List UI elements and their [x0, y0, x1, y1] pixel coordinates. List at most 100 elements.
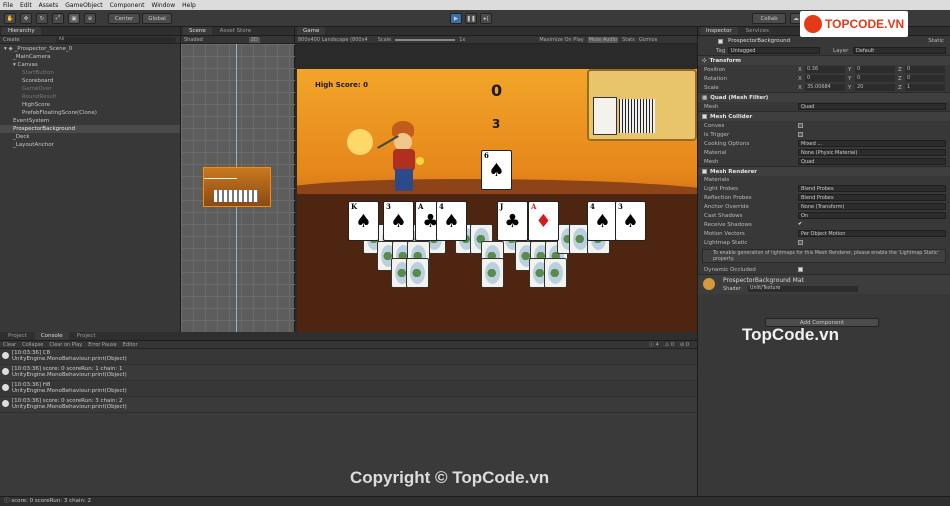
transform-z-field[interactable]: 0	[905, 66, 945, 73]
rotate-tool-icon[interactable]: ↻	[36, 13, 48, 24]
menu-file[interactable]: File	[3, 2, 13, 9]
tab-project[interactable]: Project	[2, 332, 33, 340]
hierarchy-item[interactable]: ▾ ◈ _Prospector_Scene_0	[0, 45, 180, 53]
hierarchy-item[interactable]: EventSystem	[0, 117, 180, 125]
create-dropdown[interactable]: Create	[3, 37, 20, 43]
tab-game[interactable]: Game	[297, 27, 326, 35]
menu-window[interactable]: Window	[151, 2, 175, 9]
renderer-property-checkbox[interactable]: ✔	[798, 222, 802, 227]
warn-count-icon[interactable]: ⚠ 0	[665, 342, 674, 348]
pivot-center-button[interactable]: Center	[108, 13, 140, 24]
scale-tool-icon[interactable]: ⤢	[52, 13, 64, 24]
menu-assets[interactable]: Assets	[39, 2, 59, 9]
dynamic-occluded-checkbox[interactable]	[798, 267, 803, 272]
play-icon[interactable]: ▶	[450, 13, 462, 24]
face-up-card[interactable]: K ♠	[348, 201, 379, 241]
hierarchy-item[interactable]: HighScore	[0, 101, 180, 109]
layer-dropdown[interactable]: Default	[853, 47, 946, 54]
tab-project-2[interactable]: Project	[71, 332, 102, 340]
step-icon[interactable]: ▸|	[480, 13, 492, 24]
menu-edit[interactable]: Edit	[20, 2, 32, 9]
tab-console[interactable]: Console	[34, 332, 69, 340]
console-log-entry[interactable]: [10:03:36] C8 UnityEngine.MonoBehaviour:p…	[0, 349, 697, 365]
tab-inspector[interactable]: Inspector	[700, 27, 738, 35]
tab-asset-store[interactable]: Asset Store	[214, 27, 257, 35]
menu-gameobject[interactable]: GameObject	[65, 2, 102, 9]
card-back[interactable]	[406, 258, 429, 288]
hierarchy-item[interactable]: GameOver	[0, 85, 180, 93]
tab-services[interactable]: Services	[740, 27, 775, 35]
tab-hierarchy[interactable]: Hierarchy	[2, 27, 41, 35]
hierarchy-item[interactable]: RoundResult	[0, 93, 180, 101]
transform-z-field[interactable]: 0	[905, 75, 945, 82]
transform-z-field[interactable]: 1	[905, 84, 945, 91]
collider-property-checkbox[interactable]	[798, 123, 803, 128]
transform-x-field[interactable]: 0	[805, 75, 845, 82]
log-count-icon[interactable]: ⓘ 4	[649, 341, 659, 348]
face-up-card[interactable]: J ♣	[497, 201, 528, 241]
mute-audio-toggle[interactable]: Mute Audio	[587, 36, 619, 43]
target-card[interactable]: 6 ♠	[481, 150, 512, 190]
hierarchy-item[interactable]: Scoreboard	[0, 77, 180, 85]
game-view[interactable]: High Score: 0 0 3 6 ♠ K ♠ 3 ♠ A ♣ 4 ♠ J ♣ A ♦ 4 ♠ 3 ♠	[297, 69, 697, 333]
face-up-card[interactable]: 4 ♠	[436, 201, 467, 241]
hierarchy-item[interactable]: PrefabFloatingScore(Clone)	[0, 109, 180, 117]
transform-tool-icon[interactable]: ⊕	[84, 13, 96, 24]
renderer-property-checkbox[interactable]	[798, 240, 803, 245]
static-toggle[interactable]: Static	[928, 38, 944, 44]
transform-x-field[interactable]: 0.36	[805, 66, 845, 73]
tab-scene[interactable]: Scene	[183, 27, 212, 35]
tag-dropdown[interactable]: Untagged	[728, 47, 820, 54]
face-up-card[interactable]: A ♦	[528, 201, 559, 241]
hierarchy-item[interactable]: StartButton	[0, 69, 180, 77]
move-tool-icon[interactable]: ✥	[20, 13, 32, 24]
mesh-field[interactable]: Quad	[798, 103, 946, 110]
collider-property-dropdown[interactable]: Quad	[798, 158, 946, 165]
transform-header[interactable]: ⊹ Transform	[698, 55, 950, 65]
scale-slider[interactable]	[395, 38, 456, 41]
clear-button[interactable]: Clear	[3, 342, 16, 348]
console-log-entry[interactable]: [10:03:36] score: 0 scoreRun: 1 chain: 1…	[0, 365, 697, 381]
rect-tool-icon[interactable]: ▣	[68, 13, 80, 24]
hierarchy-item[interactable]: _MainCamera	[0, 53, 180, 61]
collab-button[interactable]: Collab	[752, 13, 786, 24]
renderer-property-dropdown[interactable]: Blend Probes	[798, 185, 946, 192]
global-space-button[interactable]: Global	[142, 13, 172, 24]
object-active-checkbox[interactable]	[718, 38, 723, 44]
hierarchy-item[interactable]: _LayoutAnchor	[0, 141, 180, 149]
mesh-filter-header[interactable]: ▦ Quad (Mesh Filter)	[698, 92, 950, 102]
renderer-property-dropdown[interactable]: Per Object Motion	[798, 230, 946, 237]
editor-dropdown[interactable]: Editor	[123, 342, 138, 348]
menu-component[interactable]: Component	[110, 2, 145, 9]
hierarchy-item[interactable]: _Deck	[0, 133, 180, 141]
hierarchy-item[interactable]: ProspectorBackground	[0, 125, 180, 133]
mesh-renderer-header[interactable]: Mesh Renderer	[698, 166, 950, 176]
card-back[interactable]	[544, 258, 567, 288]
transform-x-field[interactable]: 35.00684	[805, 84, 845, 91]
collider-property-dropdown[interactable]: None (Physic Material)	[798, 149, 946, 156]
face-up-card[interactable]: 3 ♠	[615, 201, 646, 241]
stats-toggle[interactable]: Stats	[622, 37, 635, 43]
pause-icon[interactable]: ❚❚	[465, 13, 477, 24]
renderer-property-dropdown[interactable]: On	[798, 212, 946, 219]
console-log-entry[interactable]: [10:03:36] H8 UnityEngine.MonoBehaviour:p…	[0, 381, 697, 397]
renderer-property-dropdown[interactable]: None (Transform)	[798, 203, 946, 210]
renderer-property-dropdown[interactable]: Blend Probes	[798, 194, 946, 201]
hierarchy-item[interactable]: ▾ Canvas	[0, 61, 180, 69]
transform-y-field[interactable]: 0	[855, 66, 895, 73]
transform-y-field[interactable]: 0	[855, 75, 895, 82]
shader-dropdown[interactable]: Unlit/Texture	[748, 286, 858, 292]
face-up-card[interactable]: 4 ♠	[587, 201, 618, 241]
mesh-collider-checkbox[interactable]	[702, 114, 707, 119]
console-log-entry[interactable]: [10:03:36] score: 0 scoreRun: 3 chain: 2…	[0, 397, 697, 413]
error-count-icon[interactable]: ⊘ 0	[680, 342, 689, 348]
gizmos-dropdown[interactable]: Gizmos	[639, 37, 657, 43]
collider-property-dropdown[interactable]: Mixed ...	[798, 140, 946, 147]
shading-dropdown[interactable]: Shaded	[184, 37, 203, 43]
mesh-renderer-checkbox[interactable]	[702, 169, 707, 174]
card-back[interactable]	[481, 258, 504, 288]
transform-y-field[interactable]: 20	[855, 84, 895, 91]
hierarchy-search-input[interactable]: All	[55, 36, 176, 43]
error-pause-button[interactable]: Error Pause	[88, 342, 116, 348]
collider-property-checkbox[interactable]	[798, 132, 803, 137]
